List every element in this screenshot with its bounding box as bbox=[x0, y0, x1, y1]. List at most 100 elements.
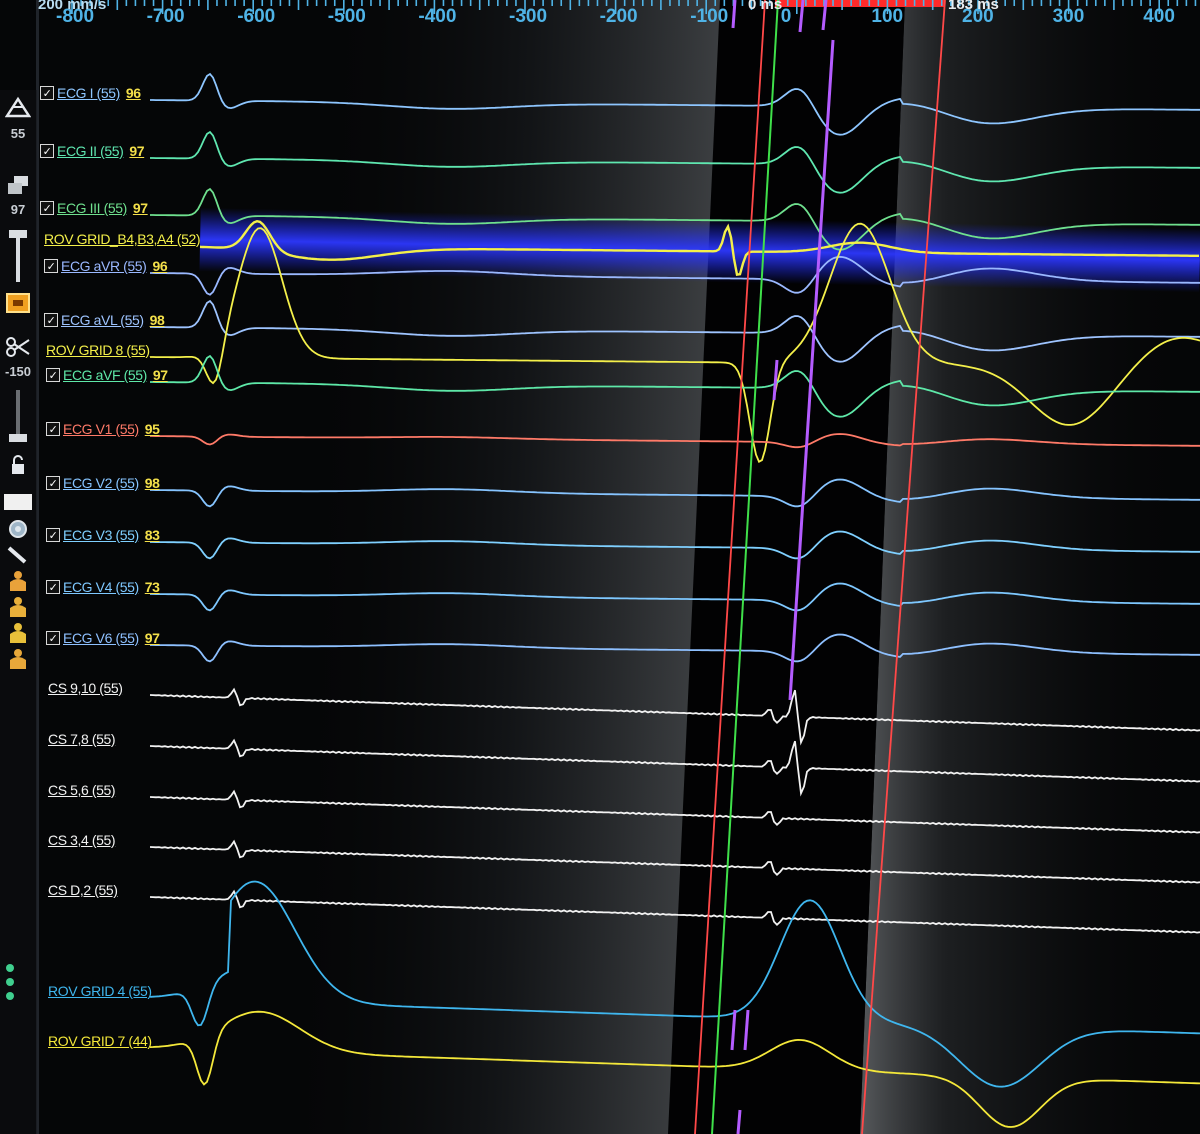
channel-value: 98 bbox=[149, 312, 165, 328]
channel-value: 97 bbox=[132, 200, 148, 216]
channel-checkbox[interactable]: ✓ bbox=[40, 144, 54, 158]
axis-tick-label: 0 bbox=[780, 6, 792, 27]
channel-value: 97 bbox=[129, 143, 145, 159]
axis-tick-label: -200 bbox=[599, 6, 638, 27]
trace-rov-4 bbox=[149, 880, 1200, 1088]
trace-ecg-avr bbox=[150, 255, 1200, 296]
gain-value: 55 bbox=[10, 126, 26, 141]
channel-name: ECG aVL (55) bbox=[61, 312, 144, 328]
channel-name: ECG II (55) bbox=[57, 143, 124, 159]
trace-ecg-v2 bbox=[150, 478, 1200, 508]
channel-value: 97 bbox=[152, 367, 168, 383]
marker-tick-purple bbox=[731, 0, 737, 29]
scissors-icon[interactable] bbox=[3, 336, 33, 362]
channel-value: 83 bbox=[144, 527, 160, 543]
marker-tick-purple bbox=[730, 1009, 737, 1051]
channel-label-ecg-avl[interactable]: ✓ ECG aVL (55) 98 bbox=[44, 310, 165, 330]
channel-name: CS 9,10 (55) bbox=[48, 680, 123, 696]
channel-value: 73 bbox=[144, 579, 160, 595]
channel-label-ecg-v1[interactable]: ✓ ECG V1 (55) 95 bbox=[46, 419, 160, 439]
channel-label-rov-4[interactable]: ROV GRID 4 (55) bbox=[48, 981, 152, 1001]
lock-icon[interactable] bbox=[3, 454, 33, 480]
channel-label-rov-7[interactable]: ROV GRID 7 (44) bbox=[48, 1031, 152, 1051]
pen-icon[interactable] bbox=[3, 544, 33, 570]
channel-value: 96 bbox=[152, 258, 168, 274]
trace-rov-b4 bbox=[199, 219, 1199, 276]
channel-label-cs-34[interactable]: CS 3,4 (55) bbox=[48, 830, 116, 850]
channel-checkbox[interactable]: ✓ bbox=[46, 476, 60, 490]
torso-icon[interactable] bbox=[3, 622, 33, 648]
channel-label-cs-d2[interactable]: CS D,2 (55) bbox=[48, 880, 118, 900]
channel-name: ROV GRID 8 (55) bbox=[46, 342, 150, 358]
marker-line-green bbox=[711, 0, 779, 1134]
trace-ecg-avf bbox=[150, 354, 1200, 418]
channel-value: 98 bbox=[144, 475, 160, 491]
trace-ecg-iii bbox=[150, 187, 1200, 251]
channel-label-ecg-i[interactable]: ✓ ECG I (55) 96 bbox=[40, 83, 141, 103]
trace-cs-34 bbox=[149, 839, 1200, 884]
channel-label-cs-78[interactable]: CS 7,8 (55) bbox=[48, 729, 116, 749]
channel-label-ecg-iii[interactable]: ✓ ECG III (55) 97 bbox=[40, 198, 148, 218]
trace-ecg-i bbox=[150, 72, 1200, 136]
channel-name: ECG aVR (55) bbox=[61, 258, 147, 274]
slider-icon[interactable] bbox=[3, 388, 33, 452]
channel-label-rov-b4[interactable]: ROV GRID_B4,B3,A4 (52) bbox=[44, 229, 201, 249]
channel-label-ecg-avr[interactable]: ✓ ECG aVR (55) 96 bbox=[44, 256, 168, 276]
trace-cs-910 bbox=[149, 687, 1200, 746]
axis-tick-label: -600 bbox=[237, 6, 276, 27]
channel-checkbox[interactable]: ✓ bbox=[46, 580, 60, 594]
marker-time-left: 0 ms bbox=[748, 0, 783, 13]
marker-tick-purple bbox=[798, 0, 805, 33]
marker-tick-purple bbox=[772, 359, 779, 401]
channel-value: 97 bbox=[144, 630, 160, 646]
channel-label-ecg-v4[interactable]: ✓ ECG V4 (55) 73 bbox=[46, 577, 160, 597]
axis-tick-label: -100 bbox=[690, 6, 729, 27]
mountain-icon[interactable] bbox=[3, 96, 33, 122]
trace-ecg-v6 bbox=[150, 633, 1200, 663]
marker-line-red bbox=[694, 0, 766, 1134]
channel-checkbox[interactable]: ✓ bbox=[46, 368, 60, 382]
trace-cs-56 bbox=[149, 789, 1200, 834]
channel-label-rov-8[interactable]: ROV GRID 8 (55) bbox=[46, 340, 150, 360]
channel-name: ECG V6 (55) bbox=[63, 630, 139, 646]
marker-tick-purple bbox=[743, 1009, 750, 1051]
channel-value: 96 bbox=[125, 85, 141, 101]
trace-layer bbox=[71, 0, 1200, 1134]
channel-checkbox[interactable]: ✓ bbox=[44, 259, 58, 273]
axis-tick-label: 100 bbox=[871, 6, 904, 27]
trace-ecg-ii bbox=[150, 130, 1200, 194]
axis-tick-label: -400 bbox=[418, 6, 457, 27]
torso-icon[interactable] bbox=[3, 570, 33, 596]
channel-checkbox[interactable]: ✓ bbox=[46, 422, 60, 436]
channel-checkbox[interactable]: ✓ bbox=[46, 631, 60, 645]
image-icon[interactable] bbox=[3, 292, 33, 318]
blank-icon[interactable] bbox=[3, 492, 33, 516]
channel-name: ECG III (55) bbox=[57, 200, 127, 216]
channel-label-ecg-ii[interactable]: ✓ ECG II (55) 97 bbox=[40, 141, 145, 161]
channel-label-cs-910[interactable]: CS 9,10 (55) bbox=[48, 678, 123, 698]
channel-checkbox[interactable]: ✓ bbox=[46, 528, 60, 542]
channel-name: ECG V4 (55) bbox=[63, 579, 139, 595]
slider-icon[interactable] bbox=[3, 228, 33, 290]
value2: 97 bbox=[10, 202, 26, 217]
channel-label-ecg-v3[interactable]: ✓ ECG V3 (55) 83 bbox=[46, 525, 160, 545]
channel-name: ECG aVF (55) bbox=[63, 367, 147, 383]
trace-cs-d2 bbox=[149, 889, 1200, 934]
axis-tick-label: -700 bbox=[146, 6, 185, 27]
channel-checkbox[interactable]: ✓ bbox=[40, 86, 54, 100]
axis-tick-label: -500 bbox=[327, 6, 366, 27]
channel-checkbox[interactable]: ✓ bbox=[40, 201, 54, 215]
channel-label-ecg-avf[interactable]: ✓ ECG aVF (55) 97 bbox=[46, 365, 168, 385]
globe-icon[interactable] bbox=[3, 518, 33, 544]
channel-label-ecg-v2[interactable]: ✓ ECG V2 (55) 98 bbox=[46, 473, 160, 493]
trace-ecg-v4 bbox=[150, 582, 1200, 612]
torso-icon[interactable] bbox=[3, 648, 33, 674]
stack-icon[interactable] bbox=[3, 174, 33, 200]
channel-name: ECG V2 (55) bbox=[63, 475, 139, 491]
torso-icon[interactable] bbox=[3, 596, 33, 622]
channel-name: CS D,2 (55) bbox=[48, 882, 118, 898]
channel-label-ecg-v6[interactable]: ✓ ECG V6 (55) 97 bbox=[46, 628, 160, 648]
channel-checkbox[interactable]: ✓ bbox=[44, 313, 58, 327]
axis-tick-label: 400 bbox=[1143, 6, 1175, 27]
channel-label-cs-56[interactable]: CS 5,6 (55) bbox=[48, 780, 116, 800]
